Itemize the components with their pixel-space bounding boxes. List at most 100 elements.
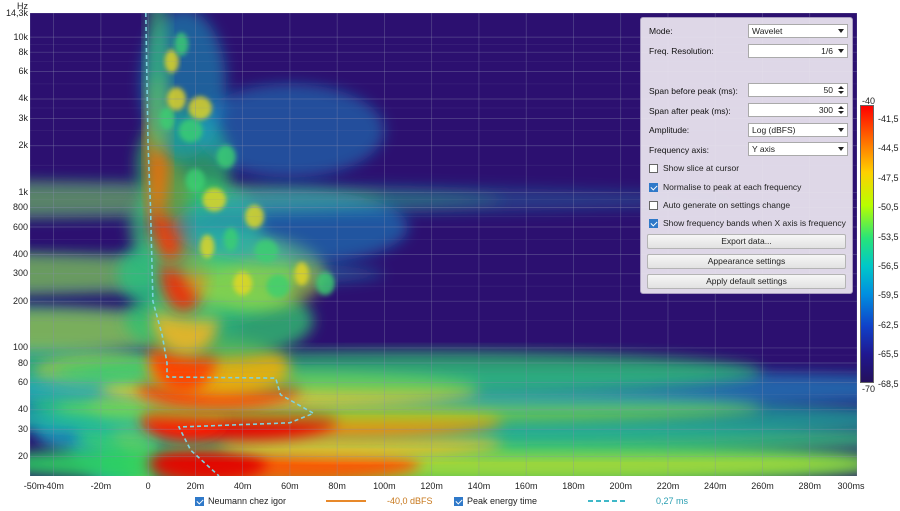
x-tick-label: 180m xyxy=(562,481,585,491)
mode-value: Wavelet xyxy=(752,26,783,36)
y-tick-label: 800 xyxy=(12,202,28,213)
colorbar-tick-label: -68,5 xyxy=(878,378,899,389)
normalise-label: Normalise to peak at each frequency xyxy=(663,182,802,192)
freq-resolution-value: 1/6 xyxy=(821,46,833,56)
y-tick-label: 600 xyxy=(12,221,28,232)
legend-series2-name: Peak energy time xyxy=(467,496,538,506)
colorbar-tick-label: -40 xyxy=(862,96,876,106)
span-before-value: 50 xyxy=(823,85,833,95)
chevron-down-icon xyxy=(838,147,844,151)
y-tick-label: 400 xyxy=(12,248,28,259)
colorbar-tick-label: -47,5 xyxy=(878,172,899,183)
y-tick-label: 1k xyxy=(18,187,28,198)
span-after-input[interactable]: 300 xyxy=(748,103,848,117)
span-before-label: Span before peak (ms): xyxy=(649,86,738,96)
legend-series1-value: -40,0 dBFS xyxy=(387,496,433,506)
x-tick-label: 260m xyxy=(751,481,774,491)
x-tick-label: 120m xyxy=(420,481,443,491)
span-after-value: 300 xyxy=(818,105,833,115)
legend-series2[interactable]: Peak energy time xyxy=(454,496,537,507)
x-tick-label: -50m xyxy=(23,481,45,491)
checkbox-icon[interactable] xyxy=(649,183,658,192)
y-tick-label: 30 xyxy=(17,423,28,434)
normalise-checkbox[interactable]: Normalise to peak at each frequency xyxy=(649,182,801,192)
x-tick-label: 240m xyxy=(703,481,727,491)
auto-generate-checkbox[interactable]: Auto generate on settings change xyxy=(649,200,790,210)
y-tick-label: 60 xyxy=(17,376,28,387)
settings-panel: Mode: Wavelet Freq. Resolution: 1/6 Span… xyxy=(640,17,853,294)
colorbar-tick-label: -59,5 xyxy=(878,290,899,301)
y-tick-label: 100 xyxy=(12,342,28,353)
checkbox-icon[interactable] xyxy=(195,497,204,506)
heatmap-blob xyxy=(254,239,279,263)
apply-default-settings-button[interactable]: Apply default settings xyxy=(647,274,846,289)
freq-resolution-select[interactable]: 1/6 xyxy=(748,44,848,58)
amplitude-select[interactable]: Log (dBFS) xyxy=(748,123,848,137)
legend-series1[interactable]: Neumann chez igor xyxy=(195,496,286,507)
x-tick-label: 20m xyxy=(186,481,205,491)
colorbar-tick-label: -44,5 xyxy=(878,143,899,154)
amplitude-value: Log (dBFS) xyxy=(752,125,796,135)
legend-series1-swatch xyxy=(326,500,366,502)
x-tick-label: 220m xyxy=(656,481,680,491)
x-tick-label: -40m xyxy=(43,481,64,491)
colorbar-tick-label: -53,5 xyxy=(878,231,899,242)
y-tick-label: 20 xyxy=(17,451,28,462)
auto-generate-label: Auto generate on settings change xyxy=(663,200,791,210)
chevron-down-icon xyxy=(838,29,844,33)
x-tick-label: 160m xyxy=(514,481,538,491)
checkbox-icon[interactable] xyxy=(454,497,463,506)
chevron-down-icon xyxy=(838,128,844,132)
mode-label: Mode: xyxy=(649,26,673,36)
y-tick-label: 14,3k xyxy=(5,7,28,18)
show-slice-checkbox[interactable]: Show slice at cursor xyxy=(649,163,739,173)
spinner-icon[interactable] xyxy=(838,86,844,95)
x-tick-label: 300ms xyxy=(837,481,865,491)
y-tick-label: 4k xyxy=(18,93,28,104)
heatmap-blob xyxy=(315,271,335,296)
span-after-label: Span after peak (ms): xyxy=(649,106,731,116)
colorbar-tick-label: -41,5 xyxy=(878,114,899,124)
spinner-icon[interactable] xyxy=(838,106,844,115)
y-tick-label: 6k xyxy=(18,66,28,77)
x-tick-label: 140m xyxy=(467,481,491,491)
frequency-axis-value: Y axis xyxy=(752,144,775,154)
x-tick-label: 80m xyxy=(328,481,346,491)
show-bands-checkbox[interactable]: Show frequency bands when X axis is freq… xyxy=(649,218,846,228)
show-slice-label: Show slice at cursor xyxy=(663,163,740,173)
y-tick-label: 300 xyxy=(12,268,28,279)
colorbar-tick-label: -70 xyxy=(862,384,876,394)
y-tick-label: 3k xyxy=(18,112,28,123)
freq-resolution-label: Freq. Resolution: xyxy=(649,46,714,56)
colorbar-tick-label: -62,5 xyxy=(878,319,899,330)
y-tick-label: 10k xyxy=(13,31,28,42)
x-tick-label: 40m xyxy=(233,481,252,491)
checkbox-icon[interactable] xyxy=(649,219,658,228)
colorbar-tick-label: -50,5 xyxy=(878,202,899,213)
colorbar-tick-label: -65,5 xyxy=(878,349,899,360)
legend-series2-value: 0,27 ms xyxy=(656,496,689,506)
y-tick-label: 2k xyxy=(18,140,28,151)
x-tick-label: 200m xyxy=(609,481,632,491)
y-tick-label: 200 xyxy=(12,295,28,306)
colorbar xyxy=(860,105,874,383)
legend-series2-swatch xyxy=(588,500,628,502)
legend-series1-name: Neumann chez igor xyxy=(208,496,287,506)
colorbar-tick-label: -56,5 xyxy=(878,261,899,271)
y-tick-label: 80 xyxy=(17,357,28,368)
y-tick-label: 8k xyxy=(18,46,28,57)
checkbox-icon[interactable] xyxy=(649,201,658,210)
x-tick-label: 280m xyxy=(798,481,821,491)
show-bands-label: Show frequency bands when X axis is freq… xyxy=(663,218,846,228)
appearance-settings-button[interactable]: Appearance settings xyxy=(647,254,846,269)
frequency-axis-select[interactable]: Y axis xyxy=(748,142,848,156)
span-before-input[interactable]: 50 xyxy=(748,83,848,97)
chevron-down-icon xyxy=(838,49,844,53)
x-tick-label: 0 xyxy=(145,481,151,491)
x-tick-label: 60m xyxy=(281,481,299,491)
checkbox-icon[interactable] xyxy=(649,164,658,173)
export-data-button[interactable]: Export data... xyxy=(647,234,846,249)
y-tick-label: 40 xyxy=(17,404,28,415)
mode-select[interactable]: Wavelet xyxy=(748,24,848,38)
amplitude-label: Amplitude: xyxy=(649,125,690,135)
